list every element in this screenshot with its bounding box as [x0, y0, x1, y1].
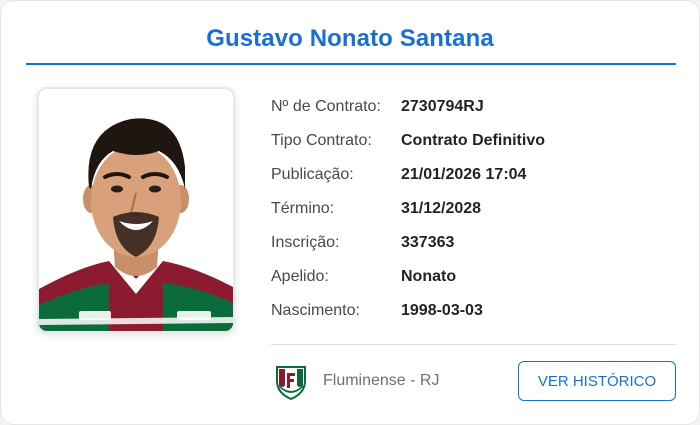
contract-type-value: Contrato Definitivo [401, 132, 545, 149]
player-card: Gustavo Nonato Santana Nº de Contrato: 2… [0, 0, 700, 425]
detail-row-end-date: Término: 31/12/2028 [271, 197, 676, 231]
view-history-button[interactable]: VER HISTÓRICO [518, 361, 676, 401]
title-divider [26, 63, 676, 65]
detail-row-birth-date: Nascimento: 1998-03-03 [271, 299, 676, 333]
fluminense-crest-icon [276, 366, 306, 401]
detail-row-contract-type: Tipo Contrato: Contrato Definitivo [271, 129, 676, 163]
footer-divider [271, 344, 676, 345]
contract-details: Nº de Contrato: 2730794RJ Tipo Contrato:… [271, 95, 676, 333]
contract-number-value: 2730794RJ [401, 98, 484, 115]
publication-value: 21/01/2026 17:04 [401, 166, 527, 183]
detail-row-registration: Inscrição: 337363 [271, 231, 676, 265]
contract-number-label: Nº de Contrato: [271, 98, 381, 115]
birth-date-value: 1998-03-03 [401, 302, 483, 319]
registration-value: 337363 [401, 234, 455, 251]
end-date-label: Término: [271, 200, 335, 217]
detail-row-publication: Publicação: 21/01/2026 17:04 [271, 163, 676, 197]
nickname-label: Apelido: [271, 268, 329, 285]
birth-date-label: Nascimento: [271, 302, 360, 319]
player-name-title: Gustavo Nonato Santana [206, 25, 494, 52]
player-photo [37, 87, 235, 333]
detail-row-nickname: Apelido: Nonato [271, 265, 676, 299]
publication-label: Publicação: [271, 166, 354, 183]
registration-label: Inscrição: [271, 234, 340, 251]
club-info: Fluminense - RJ [271, 361, 439, 401]
club-name: Fluminense - RJ [323, 372, 440, 389]
detail-row-contract-number: Nº de Contrato: 2730794RJ [271, 95, 676, 129]
nickname-value: Nonato [401, 268, 457, 285]
contract-type-label: Tipo Contrato: [271, 132, 372, 149]
end-date-value: 31/12/2028 [401, 200, 482, 217]
